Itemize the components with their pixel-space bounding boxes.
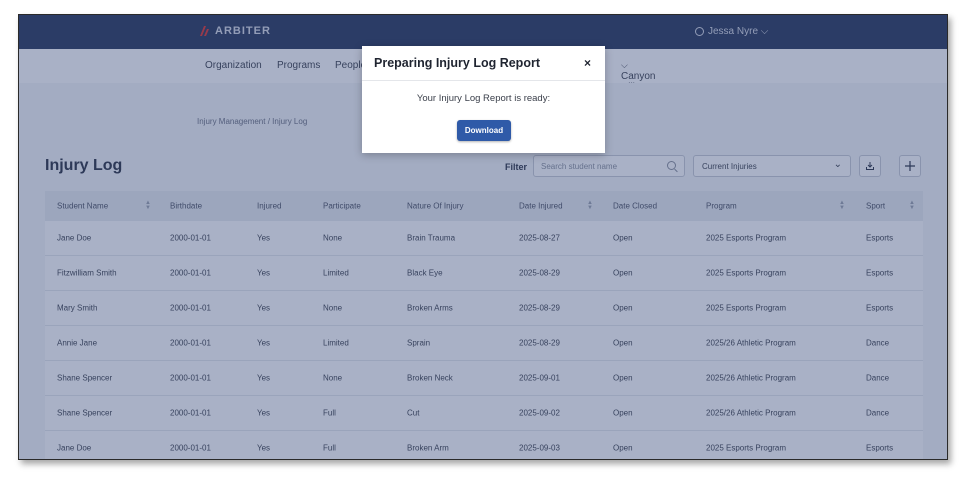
modal-divider <box>362 80 605 81</box>
download-button[interactable]: Download <box>457 120 511 141</box>
app-window: ARBITER Jessa Nyre ⌵ Organization Progra… <box>18 14 948 460</box>
modal-title: Preparing Injury Log Report <box>374 56 540 70</box>
close-icon[interactable]: × <box>584 56 591 70</box>
modal-overlay[interactable]: Preparing Injury Log Report × Your Injur… <box>19 15 947 459</box>
report-modal: Preparing Injury Log Report × Your Injur… <box>362 46 605 153</box>
modal-message: Your Injury Log Report is ready: <box>416 93 551 104</box>
